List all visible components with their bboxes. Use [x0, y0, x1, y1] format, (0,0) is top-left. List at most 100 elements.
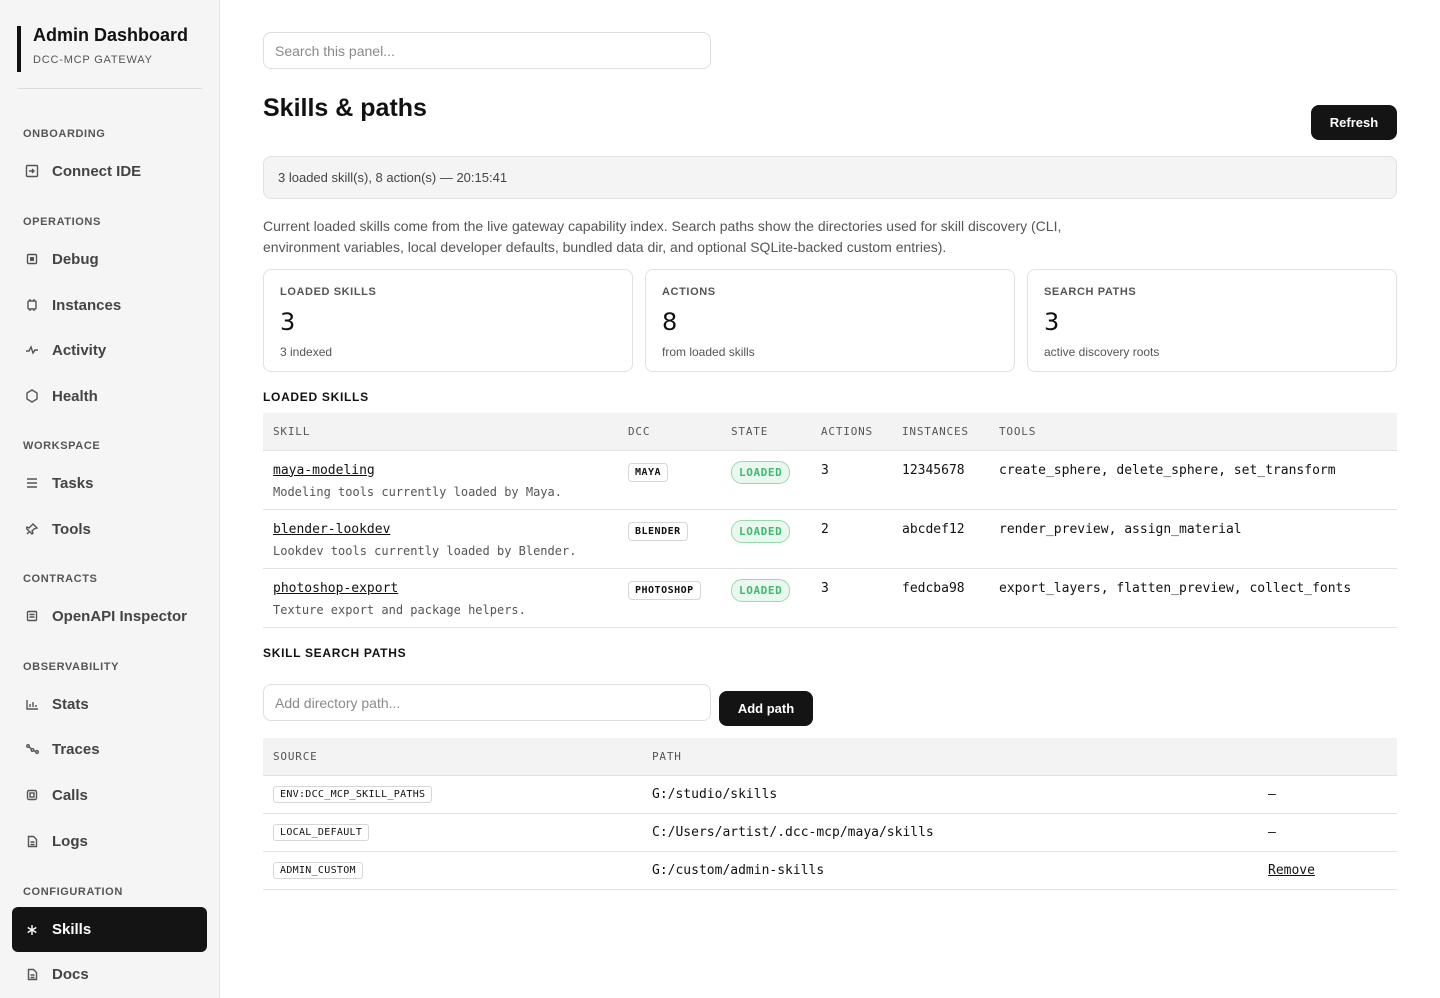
column-header-tools: TOOLS	[989, 413, 1397, 451]
card-subtext: active discovery roots	[1044, 345, 1160, 359]
add-path-input[interactable]	[263, 684, 711, 721]
sidebar-item-label: Logs	[52, 832, 88, 850]
dcc-cell: MAYA	[618, 450, 721, 510]
status-bar: 3 loaded skill(s), 8 action(s) — 20:15:4…	[263, 156, 1397, 199]
skill-cell: blender-lookdev Lookdev tools currently …	[263, 509, 618, 569]
dcc-badge: PHOTOSHOP	[628, 580, 701, 600]
skill-link[interactable]: blender-lookdev	[273, 522, 608, 537]
sidebar-item-docs[interactable]: Docs	[12, 953, 207, 995]
health-icon	[24, 388, 40, 404]
skill-description: Modeling tools currently loaded by Maya.	[273, 484, 562, 499]
remove-path-link[interactable]: Remove	[1268, 863, 1315, 878]
asterisk-icon	[24, 922, 40, 938]
activity-icon	[24, 342, 40, 358]
table-row: ADMIN_CUSTOM G:/custom/admin-skills Remo…	[263, 851, 1397, 890]
path-value: G:/studio/skills	[642, 775, 1258, 814]
card-value: 3	[280, 308, 296, 336]
column-header-path: PATH	[642, 738, 1258, 776]
table-row: blender-lookdev Lookdev tools currently …	[263, 509, 1397, 569]
section-label-contracts: CONTRACTS	[23, 573, 98, 585]
dcc-badge: MAYA	[628, 462, 669, 482]
column-header-source: SOURCE	[263, 738, 642, 776]
card-loaded-skills: LOADED SKILLS 3 3 indexed	[263, 269, 633, 372]
add-path-button[interactable]: Add path	[719, 691, 813, 726]
sidebar-item-calls[interactable]: Calls	[12, 774, 207, 816]
sidebar-item-debug[interactable]: Debug	[12, 238, 207, 280]
sidebar-item-traces[interactable]: Traces	[12, 728, 207, 770]
table-header-row: SOURCE PATH	[263, 738, 1397, 776]
instances-icon	[24, 297, 40, 313]
actions-count: 2	[811, 509, 892, 569]
path-value: C:/Users/artist/.dcc-mcp/maya/skills	[642, 813, 1258, 852]
section-label-operations: OPERATIONS	[23, 216, 101, 228]
instance-id: fedcba98	[892, 568, 989, 628]
sidebar-item-health[interactable]: Health	[12, 375, 207, 417]
card-subtext: 3 indexed	[280, 345, 333, 359]
source-badge: ADMIN_CUSTOM	[273, 861, 363, 879]
sidebar-item-connect-ide[interactable]: Connect IDE	[12, 150, 207, 192]
status-badge: LOADED	[731, 460, 791, 484]
section-label-workspace: WORKSPACE	[23, 440, 101, 452]
column-header-actions	[1258, 738, 1397, 776]
dcc-cell: PHOTOSHOP	[618, 568, 721, 628]
skill-link[interactable]: photoshop-export	[273, 581, 608, 596]
tools-list: export_layers, flatten_preview, collect_…	[989, 568, 1397, 628]
table-row: LOCAL_DEFAULT C:/Users/artist/.dcc-mcp/m…	[263, 813, 1397, 852]
sidebar-item-tools[interactable]: Tools	[12, 508, 207, 550]
sidebar-item-stats[interactable]: Stats	[12, 683, 207, 725]
card-label: LOADED SKILLS	[280, 286, 377, 298]
source-cell: ADMIN_CUSTOM	[263, 851, 642, 890]
sidebar-item-instances[interactable]: Instances	[12, 284, 207, 326]
card-label: SEARCH PATHS	[1044, 286, 1137, 298]
brand-divider	[18, 88, 202, 89]
sidebar-item-label: Traces	[52, 740, 100, 758]
status-badge: LOADED	[731, 519, 791, 543]
loaded-skills-heading: LOADED SKILLS	[263, 390, 369, 404]
calls-icon	[24, 787, 40, 803]
tools-list: create_sphere, delete_sphere, set_transf…	[989, 450, 1397, 510]
brand: Admin Dashboard DCC-MCP GATEWAY	[17, 26, 188, 72]
table-row: maya-modeling Modeling tools currently l…	[263, 450, 1397, 510]
status-badge: LOADED	[731, 578, 791, 602]
sidebar: Admin Dashboard DCC-MCP GATEWAY ONBOARDI…	[0, 0, 220, 998]
instance-id: 12345678	[892, 450, 989, 510]
sidebar-item-label: Connect IDE	[52, 162, 142, 180]
skill-description: Texture export and package helpers.	[273, 602, 526, 617]
path-action-placeholder: —	[1258, 775, 1397, 814]
skill-description: Lookdev tools currently loaded by Blende…	[273, 543, 577, 558]
summary-cards: LOADED SKILLS 3 3 indexed ACTIONS 8 from…	[263, 269, 1397, 372]
path-action-cell: Remove	[1258, 851, 1397, 890]
table-row: ENV:DCC_MCP_SKILL_PATHS G:/studio/skills…	[263, 775, 1397, 814]
card-value: 3	[1044, 308, 1060, 336]
skill-cell: maya-modeling Modeling tools currently l…	[263, 450, 618, 510]
path-action-placeholder: —	[1258, 813, 1397, 852]
brand-title: Admin Dashboard	[33, 25, 189, 45]
sidebar-item-label: Instances	[52, 296, 122, 314]
card-label: ACTIONS	[662, 286, 716, 298]
sidebar-item-label: Stats	[52, 695, 89, 713]
sidebar-item-label: Health	[52, 387, 98, 405]
skill-link[interactable]: maya-modeling	[273, 463, 608, 478]
column-header-dcc: DCC	[618, 413, 721, 451]
sidebar-item-skills[interactable]: Skills	[12, 907, 207, 952]
section-label-configuration: CONFIGURATION	[23, 886, 123, 898]
sidebar-item-logs[interactable]: Logs	[12, 820, 207, 862]
sidebar-item-openapi-inspector[interactable]: OpenAPI Inspector	[12, 595, 207, 637]
actions-count: 3	[811, 450, 892, 510]
search-paths-table: SOURCE PATH ENV:DCC_MCP_SKILL_PATHS G:/s…	[263, 738, 1397, 890]
sidebar-item-tasks[interactable]: Tasks	[12, 462, 207, 504]
source-cell: LOCAL_DEFAULT	[263, 813, 642, 852]
sidebar-item-label: OpenAPI Inspector	[52, 607, 188, 625]
login-icon	[24, 163, 40, 179]
state-cell: LOADED	[721, 509, 811, 569]
page-description: Current loaded skills come from the live…	[263, 218, 1062, 255]
search-input[interactable]	[263, 32, 711, 69]
refresh-button[interactable]: Refresh	[1311, 105, 1397, 140]
table-header-row: SKILL DCC STATE ACTIONS INSTANCES TOOLS	[263, 413, 1397, 451]
file-icon	[24, 833, 40, 849]
skill-cell: photoshop-export Texture export and pack…	[263, 568, 618, 628]
sidebar-item-label: Docs	[52, 965, 89, 983]
column-header-skill: SKILL	[263, 413, 618, 451]
card-actions: ACTIONS 8 from loaded skills	[645, 269, 1015, 372]
sidebar-item-activity[interactable]: Activity	[12, 329, 207, 371]
